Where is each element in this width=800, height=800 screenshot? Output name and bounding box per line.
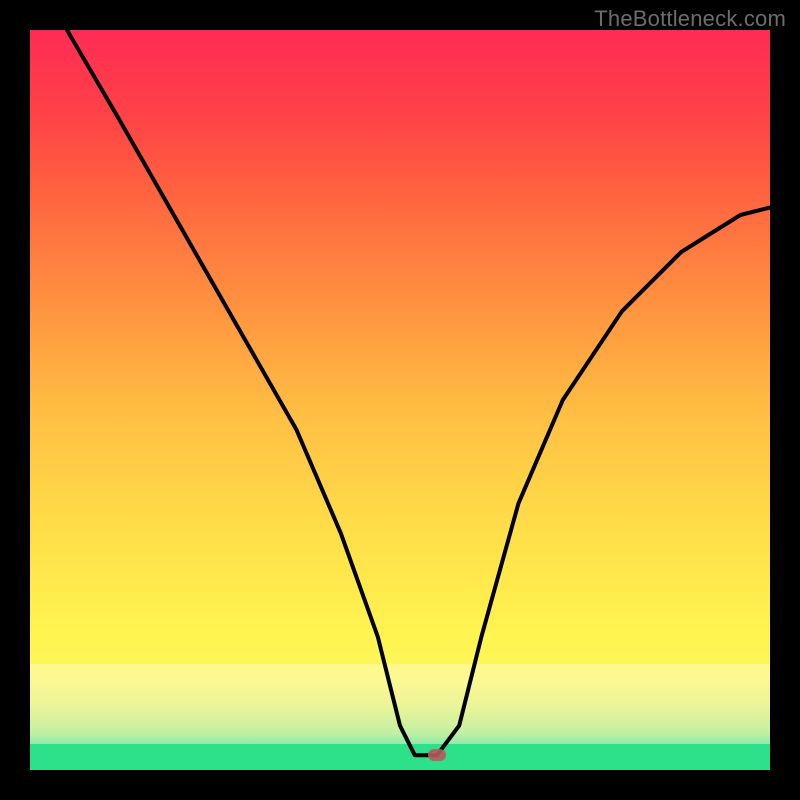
optimal-point-marker [428, 749, 446, 761]
bottleneck-curve-svg [30, 30, 770, 770]
plot-area [30, 30, 770, 770]
watermark-text: TheBottleneck.com [594, 6, 786, 32]
bottleneck-curve-path [67, 30, 770, 755]
